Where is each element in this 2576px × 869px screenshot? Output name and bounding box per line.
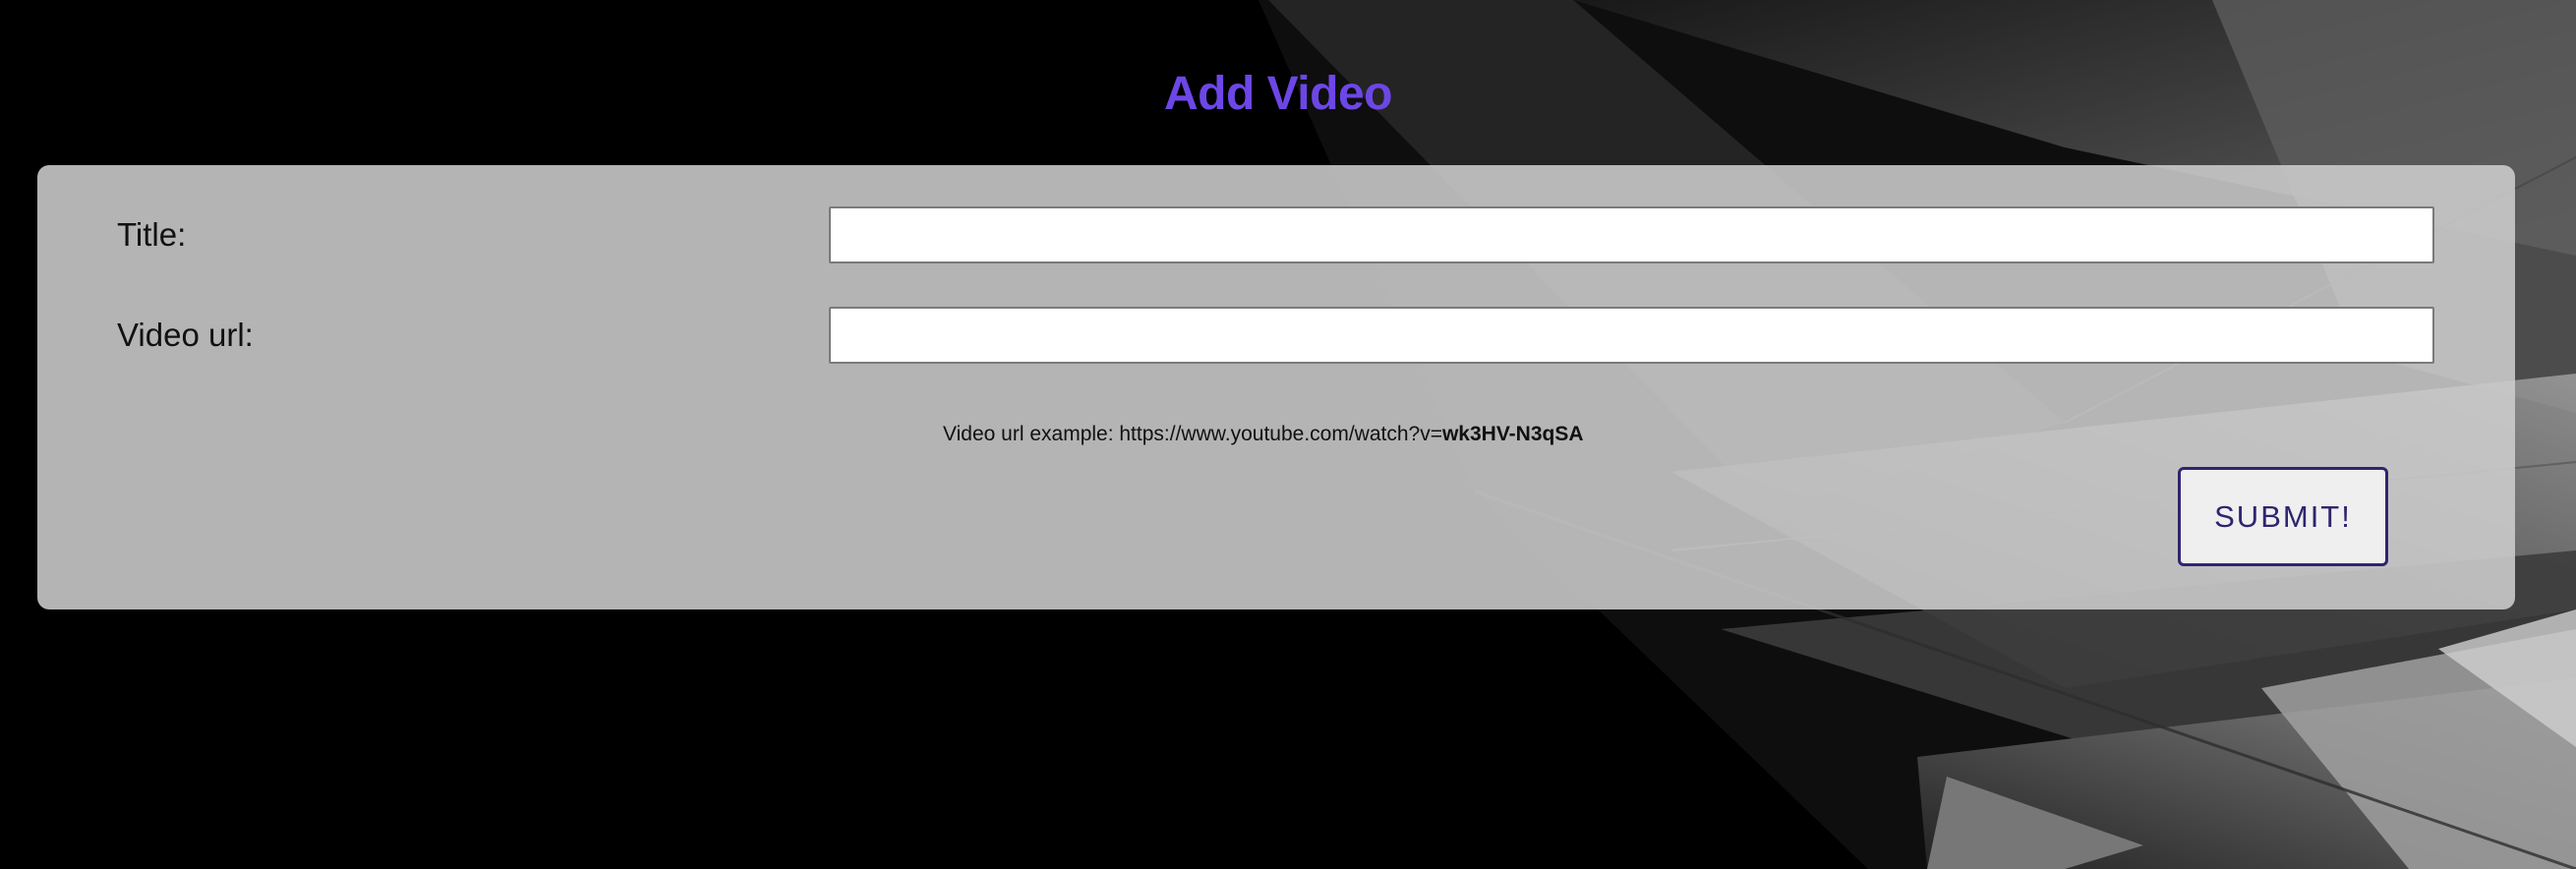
- video-url-field-row: Video url:: [37, 307, 2515, 364]
- title-input[interactable]: [829, 206, 2434, 263]
- video-url-input[interactable]: [829, 307, 2434, 364]
- video-url-hint: Video url example: https://www.youtube.c…: [943, 423, 1584, 446]
- add-video-form: Title: Video url: Video url example: htt…: [37, 165, 2515, 609]
- title-field-row: Title:: [37, 206, 2515, 263]
- title-label: Title:: [117, 216, 187, 253]
- video-url-hint-id: wk3HV-N3qSA: [1441, 423, 1584, 445]
- page-title: Add Video: [1164, 68, 1392, 120]
- page-root: Add Video Title: Video url: Video url ex…: [0, 0, 2576, 869]
- video-url-hint-prefix: Video url example: https://www.youtube.c…: [943, 423, 1442, 445]
- submit-button[interactable]: SUBMIT!: [2178, 467, 2388, 566]
- video-url-label: Video url:: [117, 317, 254, 353]
